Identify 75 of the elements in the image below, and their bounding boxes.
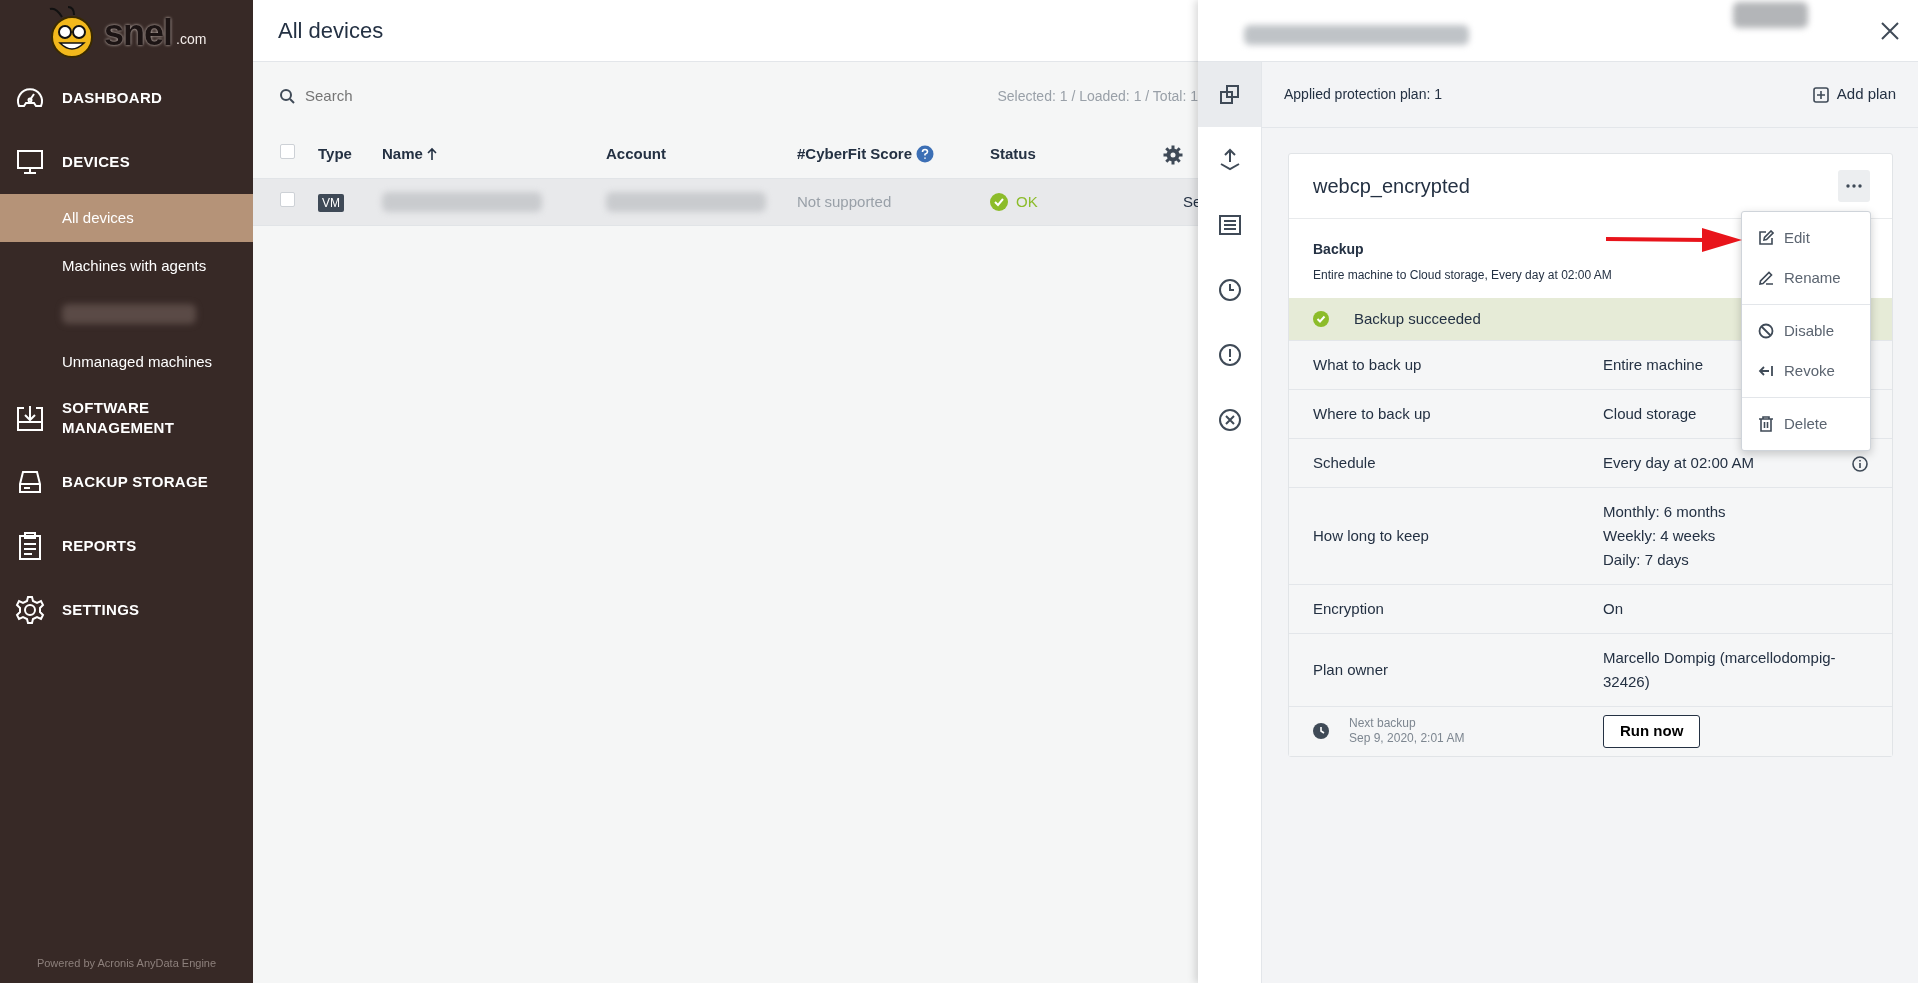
detail-value: Marcello Dompig (marcellodompig-32426) bbox=[1603, 649, 1836, 690]
check-circle-icon bbox=[990, 193, 1008, 211]
alert-icon bbox=[1217, 342, 1242, 367]
nav-link[interactable]: Machines with agents bbox=[0, 242, 253, 290]
detail-value: Cloud storage bbox=[1603, 405, 1697, 422]
settings-icon[interactable] bbox=[1163, 144, 1183, 165]
panel-tab[interactable] bbox=[1198, 62, 1261, 127]
trash-icon bbox=[1758, 416, 1774, 432]
detail-value: Daily: 7 days bbox=[1603, 551, 1689, 568]
plan-title: webcp_encrypted bbox=[1313, 174, 1470, 200]
sort-arrow-icon bbox=[426, 147, 437, 161]
settings-icon bbox=[14, 594, 46, 626]
edit-icon bbox=[1758, 230, 1774, 246]
cancel-icon bbox=[1217, 407, 1242, 432]
detail-label: What to back up bbox=[1313, 354, 1423, 375]
footer-text: Powered by Acronis AnyData Engine bbox=[36, 956, 217, 969]
add-plan-button[interactable]: Add plan bbox=[1812, 83, 1896, 106]
section-heading: Backup bbox=[1313, 241, 1364, 257]
nav-section-link[interactable]: SOFTWARE MANAGEMENT bbox=[62, 398, 239, 438]
table-cell: Not supported bbox=[797, 192, 892, 210]
detail-value: Every day at 02:00 AM bbox=[1603, 454, 1754, 471]
nav-section-link[interactable]: SETTINGS bbox=[62, 600, 140, 620]
select-all-checkbox[interactable] bbox=[280, 143, 295, 159]
vm-badge: VM bbox=[318, 193, 344, 212]
receipt-icon bbox=[1217, 212, 1242, 237]
nav-section-link[interactable]: DEVICES bbox=[62, 152, 130, 172]
status-text: Backup succeeded bbox=[1354, 308, 1481, 329]
detail-label: How long to keep bbox=[1313, 525, 1430, 546]
run-now-button[interactable]: Run now bbox=[1603, 715, 1701, 748]
row-checkbox[interactable] bbox=[280, 191, 295, 207]
menu-item[interactable]: Delete bbox=[1742, 404, 1870, 444]
page-title: All devices bbox=[278, 17, 384, 45]
logo-text: snel bbox=[104, 11, 173, 55]
nav-link[interactable]: Unmanaged machines bbox=[0, 338, 253, 386]
clock-icon bbox=[1313, 723, 1329, 740]
menu-item[interactable]: Revoke bbox=[1742, 351, 1870, 391]
logo-suffix: .com bbox=[176, 30, 207, 49]
detail-label: Encryption bbox=[1313, 598, 1385, 619]
pencil-icon bbox=[1758, 270, 1774, 286]
detail-value: Monthly: 6 months bbox=[1603, 503, 1726, 520]
status-text: OK bbox=[1016, 191, 1038, 212]
plan-summary: Entire machine to Cloud storage, Every day at 02:00 AM bbox=[1313, 268, 1612, 282]
menu-item[interactable]: Edit bbox=[1742, 218, 1870, 258]
nav-section-link[interactable]: REPORTS bbox=[62, 536, 137, 556]
detail-label: Where to back up bbox=[1313, 403, 1432, 424]
menu-item[interactable]: Disable bbox=[1742, 311, 1870, 351]
detail-value: On bbox=[1603, 600, 1623, 617]
arrow-left-bar-icon bbox=[1758, 363, 1774, 379]
selection-counts: Selected: 1 / Loaded: 1 / Total: 1 bbox=[997, 86, 1198, 106]
column-header[interactable]: #CyberFit Score bbox=[797, 142, 913, 166]
close-icon bbox=[1880, 21, 1900, 42]
detail-value: Entire machine bbox=[1603, 356, 1704, 373]
nav-section-link[interactable]: BACKUP STORAGE bbox=[62, 472, 209, 492]
detail-value: Weekly: 4 weeks bbox=[1603, 527, 1716, 544]
nav-section-link[interactable]: DASHBOARD bbox=[62, 88, 163, 108]
search-icon bbox=[279, 88, 295, 104]
more-icon bbox=[1846, 184, 1862, 188]
next-backup-label: Next backup bbox=[1349, 716, 1417, 732]
help-icon[interactable] bbox=[916, 145, 935, 163]
applied-plans-text: Applied protection plan: 1 bbox=[1284, 85, 1442, 104]
more-button[interactable] bbox=[1838, 170, 1870, 202]
blocked-icon bbox=[1758, 323, 1774, 339]
detail-label: Plan owner bbox=[1313, 659, 1390, 680]
column-header[interactable]: Name bbox=[382, 142, 423, 166]
next-backup-time: Sep 9, 2020, 2:01 AM bbox=[1349, 731, 1465, 747]
search-input[interactable]: Search bbox=[303, 83, 503, 109]
clock-icon bbox=[1217, 277, 1242, 302]
detail-label: Schedule bbox=[1313, 452, 1377, 473]
column-header[interactable]: Type bbox=[318, 142, 352, 166]
check-circle-icon bbox=[1313, 311, 1329, 327]
menu-item[interactable]: Rename bbox=[1742, 258, 1870, 298]
copy-icon bbox=[1217, 82, 1242, 107]
column-header[interactable]: Account bbox=[606, 142, 666, 166]
column-header[interactable]: Status bbox=[990, 142, 1036, 166]
plus-square-icon bbox=[1812, 86, 1829, 103]
